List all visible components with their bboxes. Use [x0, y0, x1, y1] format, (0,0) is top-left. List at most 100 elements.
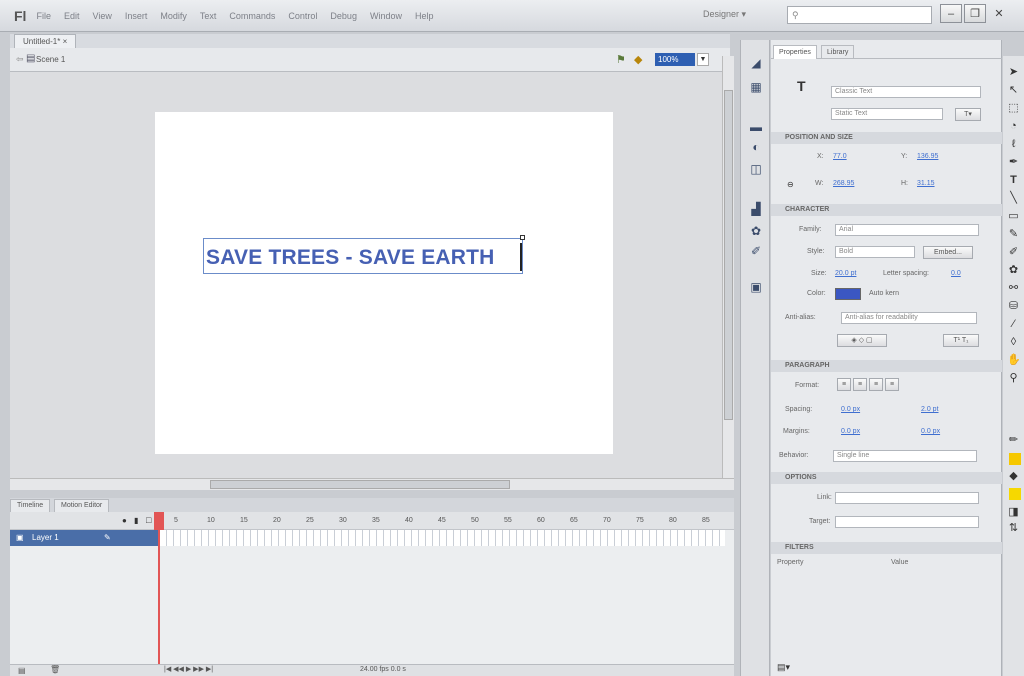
menu-debug[interactable]: Debug — [330, 11, 357, 21]
lasso-tool-icon[interactable]: ℓ — [1007, 138, 1020, 151]
zoom-tool-icon[interactable]: ⚲ — [1007, 372, 1020, 385]
menu-insert[interactable]: Insert — [125, 11, 148, 21]
lock-icon[interactable]: ▮ — [134, 516, 138, 525]
menu-modify[interactable]: Modify — [160, 11, 187, 21]
style-select[interactable]: Bold — [835, 246, 915, 258]
right-margin-value[interactable]: 0.0 px — [921, 428, 940, 435]
align-right-button[interactable]: ≡ — [869, 378, 883, 391]
link-input[interactable] — [835, 492, 979, 504]
letter-spacing-value[interactable]: 0.0 — [951, 270, 961, 277]
motion-presets-icon[interactable]: ▣ — [748, 280, 764, 294]
spacing-value[interactable]: 0.0 px — [841, 406, 860, 413]
vertical-scroll-thumb[interactable] — [724, 90, 733, 420]
playback-controls-icon[interactable]: |◀ ◀◀ ▶ ▶▶ ▶| — [164, 665, 213, 673]
align-icon[interactable]: ▦ — [748, 80, 764, 94]
superscript-button[interactable]: T¹ T₁ — [943, 334, 979, 347]
text-field[interactable]: SAVE TREES - SAVE EARTH — [203, 235, 525, 274]
behavior-select[interactable]: Single line — [833, 450, 977, 462]
fill-color-swatch[interactable] — [1009, 488, 1021, 500]
horizontal-scrollbar[interactable] — [10, 478, 734, 490]
link-icon[interactable]: ⊖ — [787, 180, 794, 189]
tab-untitled-1[interactable]: Untitled-1* × — [14, 34, 77, 48]
hand-tool-icon[interactable]: ✋ — [1007, 354, 1021, 367]
selectable-button[interactable]: ◈ ◇ ▢ — [837, 334, 887, 347]
subselection-tool-icon[interactable]: ↖ — [1007, 84, 1020, 97]
workspace-switcher[interactable]: Designer ▾ — [703, 9, 746, 20]
x-value[interactable]: 77.0 — [833, 153, 847, 160]
tab-properties[interactable]: Properties — [773, 45, 817, 59]
search-input[interactable]: ⚲ — [787, 6, 932, 24]
layer-row[interactable]: ▣ Layer 1 ✎ — [10, 530, 160, 546]
free-transform-tool-icon[interactable]: ⬚ — [1007, 102, 1020, 115]
info-icon[interactable]: ▬ — [748, 120, 764, 134]
stroke-color-icon[interactable]: ✏ — [1007, 434, 1020, 447]
swatches-icon[interactable]: ◢ — [748, 56, 764, 70]
components-icon[interactable]: ▟ — [748, 202, 764, 216]
section-position-size[interactable]: POSITION AND SIZE — [771, 132, 1002, 144]
left-margin-value[interactable]: 0.0 px — [841, 428, 860, 435]
auto-kern-label[interactable]: Auto kern — [869, 290, 899, 297]
text-type-select[interactable]: Static Text — [831, 108, 943, 120]
add-filter-icon[interactable]: ▤▾ — [777, 662, 790, 673]
menu-window[interactable]: Window — [370, 11, 402, 21]
close-button[interactable]: ✕ — [988, 4, 1010, 23]
fill-color-icon[interactable]: ◆ — [1007, 470, 1020, 483]
text-color-swatch[interactable] — [835, 288, 861, 300]
menu-commands[interactable]: Commands — [229, 11, 275, 21]
section-options[interactable]: OPTIONS — [771, 472, 1002, 484]
rectangle-tool-icon[interactable]: ▭ — [1007, 210, 1020, 223]
orientation-button[interactable]: T▾ — [955, 108, 981, 121]
playhead[interactable] — [158, 512, 160, 664]
layer-name[interactable]: Layer 1 — [32, 533, 59, 542]
horizontal-scroll-thumb[interactable] — [210, 480, 510, 489]
actions-icon[interactable]: ✿ — [748, 224, 764, 238]
align-left-button[interactable]: ≡ — [837, 378, 851, 391]
delete-layer-icon[interactable]: 🗑 — [50, 665, 60, 674]
embed-button[interactable]: Embed... — [923, 246, 973, 259]
size-value[interactable]: 20.0 pt — [835, 270, 856, 277]
chevron-down-icon[interactable]: ▼ — [697, 53, 709, 66]
transform-icon[interactable]: ◫ — [748, 162, 764, 176]
h-value[interactable]: 31.15 — [917, 180, 935, 187]
restore-button[interactable]: ❐ — [964, 4, 986, 23]
stage[interactable]: SAVE TREES - SAVE EARTH — [155, 112, 613, 454]
stroke-color-swatch[interactable] — [1009, 453, 1021, 465]
pencil-tool-icon[interactable]: ✎ — [1007, 228, 1020, 241]
section-paragraph[interactable]: PARAGRAPH — [771, 360, 1002, 372]
back-arrow-icon[interactable]: ⇦ — [16, 54, 24, 65]
eraser-tool-icon[interactable]: ◊ — [1007, 336, 1020, 349]
selection-tool-icon[interactable]: ➤ — [1007, 66, 1020, 79]
menu-text[interactable]: Text — [200, 11, 217, 21]
outline-icon[interactable]: □ — [146, 515, 151, 525]
brush-tool-icon[interactable]: ✐ — [1007, 246, 1020, 259]
text-tool-icon[interactable]: T — [1007, 174, 1020, 187]
zoom-select[interactable]: 100% — [655, 53, 695, 66]
edit-scene-icon[interactable]: ⚑ — [616, 53, 630, 67]
swap-colors-icon[interactable]: ⇅ — [1007, 522, 1020, 535]
deco-tool-icon[interactable]: ✿ — [1007, 264, 1020, 277]
vertical-scrollbar[interactable] — [722, 56, 734, 478]
eye-icon[interactable]: ● — [122, 516, 127, 525]
frames-row[interactable] — [160, 530, 725, 546]
scene-label[interactable]: Scene 1 — [36, 55, 65, 64]
line-spacing-value[interactable]: 2.0 pt — [921, 406, 939, 413]
section-filters[interactable]: FILTERS — [771, 542, 1002, 554]
menu-control[interactable]: Control — [288, 11, 317, 21]
bone-tool-icon[interactable]: ⚯ — [1007, 282, 1020, 295]
line-tool-icon[interactable]: ╲ — [1007, 192, 1020, 205]
3d-rotation-tool-icon[interactable]: ◔ — [1007, 120, 1020, 133]
resize-handle[interactable] — [520, 235, 525, 240]
menu-file[interactable]: File — [36, 11, 51, 21]
brush-icon[interactable]: ✐ — [748, 244, 764, 258]
edit-symbols-icon[interactable]: ◆ — [634, 53, 648, 67]
menu-help[interactable]: Help — [415, 11, 434, 21]
pen-tool-icon[interactable]: ✒ — [1007, 156, 1020, 169]
section-character[interactable]: CHARACTER — [771, 204, 1002, 216]
family-select[interactable]: Arial — [835, 224, 979, 236]
align-center-button[interactable]: ≡ — [853, 378, 867, 391]
w-value[interactable]: 268.95 — [833, 180, 854, 187]
menu-edit[interactable]: Edit — [64, 11, 80, 21]
eyedropper-tool-icon[interactable]: ⁄ — [1007, 318, 1020, 331]
text-engine-select[interactable]: Classic Text — [831, 86, 981, 98]
color-icon[interactable]: ◐ — [748, 140, 764, 154]
